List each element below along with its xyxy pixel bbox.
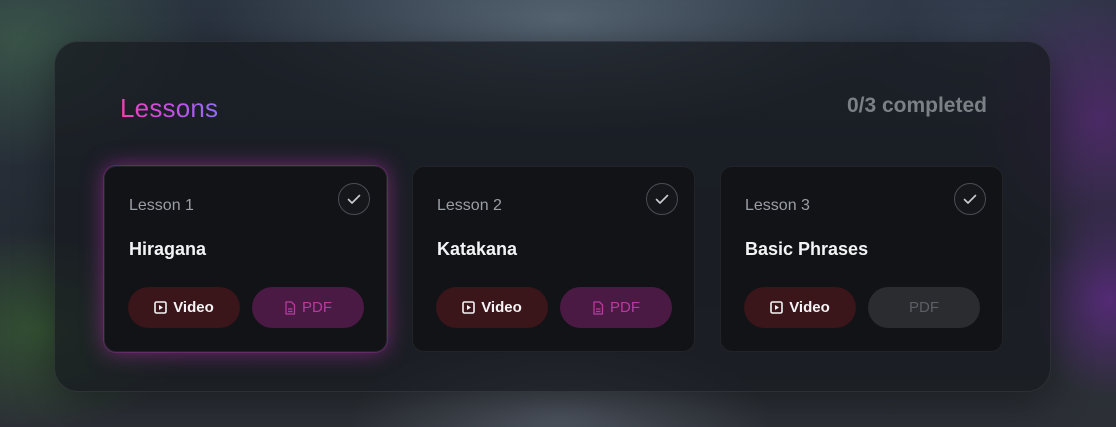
lesson-card-3[interactable]: Lesson 3 Basic Phrases Video PDF — [720, 166, 1003, 352]
video-button-label: Video — [481, 299, 522, 316]
lesson-card-2[interactable]: Lesson 2 Katakana Video PDF — [412, 166, 695, 352]
lesson-number: Lesson 3 — [745, 197, 810, 214]
video-button-label: Video — [173, 299, 214, 316]
check-icon[interactable] — [646, 183, 678, 215]
pdf-button-label: PDF — [302, 299, 332, 316]
lesson-number: Lesson 2 — [437, 197, 502, 214]
lesson-title: Katakana — [437, 239, 518, 259]
play-icon — [770, 301, 784, 314]
play-icon — [462, 301, 476, 314]
play-icon — [154, 301, 168, 314]
lesson-title: Hiragana — [129, 239, 207, 259]
pdf-button-label: PDF — [610, 299, 640, 316]
pdf-button-disabled: PDF — [868, 287, 980, 328]
video-button[interactable]: Video — [744, 287, 856, 328]
lesson-number: Lesson 1 — [129, 197, 194, 214]
pdf-button[interactable]: PDF — [252, 287, 364, 328]
lesson-title: Basic Phrases — [745, 239, 869, 259]
pdf-button[interactable]: PDF — [560, 287, 672, 328]
document-icon — [284, 300, 296, 315]
completion-progress: 0/3 completed — [846, 94, 987, 117]
pdf-button-label: PDF — [909, 299, 939, 316]
video-button-label: Video — [789, 299, 830, 316]
check-icon[interactable] — [338, 183, 370, 215]
video-button[interactable]: Video — [436, 287, 548, 328]
video-button[interactable]: Video — [128, 287, 240, 328]
lesson-card-1[interactable]: Lesson 1 Hiragana Video PDF — [104, 166, 387, 352]
lessons-panel: Lessons 0/3 completed Lesson 1 Hiragana … — [54, 41, 1051, 392]
panel-title: Lessons — [120, 93, 219, 123]
check-icon[interactable] — [954, 183, 986, 215]
document-icon — [592, 300, 604, 315]
